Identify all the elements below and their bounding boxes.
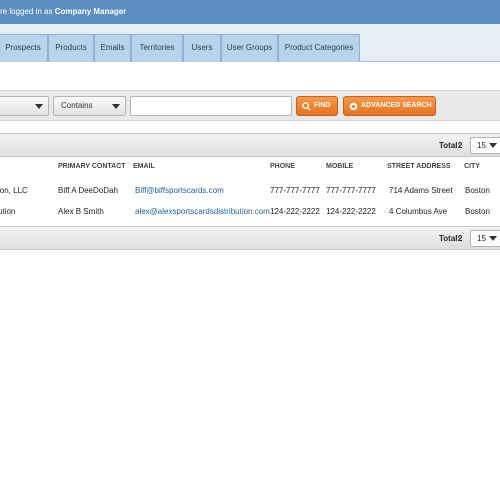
email-link[interactable]: Biff@biffsportscards.com	[135, 186, 224, 195]
tab-user-groups[interactable]: User Groups	[221, 34, 278, 62]
find-button-label: FIND	[314, 102, 331, 109]
column-header[interactable]: PHONE	[270, 163, 295, 170]
search-filter-bar: Contains FIND ADVANCED SEARCH	[0, 90, 500, 121]
city: Boston	[465, 207, 490, 216]
table-header: PRIMARY CONTACT EMAIL PHONE MOBILE STREE…	[0, 158, 500, 176]
page-size-select[interactable]: 15	[470, 230, 500, 247]
tab-product-categories[interactable]: Product Categories	[278, 34, 360, 62]
gear-icon	[349, 102, 358, 111]
top-bar: re logged in as Company Manager	[0, 0, 500, 24]
street-address: 4 Columbus Ave	[389, 207, 448, 216]
login-status: re logged in as Company Manager	[0, 7, 126, 16]
total-label: Total:	[439, 141, 461, 150]
city: Boston	[465, 186, 490, 195]
column-header[interactable]: EMAIL	[133, 163, 155, 170]
primary-contact: Biff A DeeDoDah	[58, 186, 118, 195]
advanced-search-button[interactable]: ADVANCED SEARCH	[343, 96, 436, 116]
column-header[interactable]: MOBILE	[326, 163, 353, 170]
account-name: ion, LLC	[0, 186, 28, 195]
phone: 777-777-7777	[270, 186, 320, 195]
total-count: 2	[458, 234, 463, 243]
search-icon	[302, 102, 311, 111]
operator-select-value: Contains	[61, 101, 93, 110]
tab-emails[interactable]: Emails	[94, 34, 131, 62]
find-button[interactable]: FIND	[296, 96, 338, 116]
column-header[interactable]: STREET ADDRESS	[387, 163, 451, 170]
main-nav: Prospects Products Emails Territories Us…	[0, 24, 500, 62]
column-header[interactable]: CITY	[464, 163, 480, 170]
chevron-down-icon	[112, 104, 120, 109]
page-size-value: 15	[477, 141, 486, 150]
chevron-down-icon	[35, 104, 43, 109]
total-count: 2	[458, 141, 463, 150]
table-row[interactable]: ion, LLC Biff A DeeDoDah Biff@biffsports…	[0, 181, 500, 203]
operator-select[interactable]: Contains	[53, 96, 126, 116]
advanced-search-label: ADVANCED SEARCH	[361, 102, 432, 109]
grid-bottom-toolbar: Total: 2 15	[0, 226, 500, 250]
search-input[interactable]	[130, 96, 292, 116]
mobile: 124-222-2222	[326, 207, 376, 216]
tab-prospects[interactable]: Prospects	[0, 34, 48, 62]
email-link[interactable]: alex@alexsportscardsdistribution.com	[135, 207, 270, 216]
grid-top-toolbar: Total: 2 15	[0, 133, 500, 157]
phone: 124-222-2222	[270, 207, 320, 216]
table-row[interactable]: ution Alex B Smith alex@alexsportscardsd…	[0, 202, 500, 224]
column-header[interactable]: PRIMARY CONTACT	[58, 163, 126, 170]
chevron-down-icon	[489, 143, 497, 148]
account-name: ution	[0, 207, 16, 216]
street-address: 714 Adams Street	[389, 186, 453, 195]
tab-products[interactable]: Products	[48, 34, 94, 62]
tab-users[interactable]: Users	[183, 34, 221, 62]
field-select[interactable]	[0, 96, 49, 116]
login-text: re logged in as	[0, 7, 55, 16]
tab-territories[interactable]: Territories	[131, 34, 183, 62]
user-role: Company Manager	[54, 7, 127, 16]
mobile: 777-777-7777	[326, 186, 376, 195]
primary-contact: Alex B Smith	[58, 207, 104, 216]
page-size-select[interactable]: 15	[470, 137, 500, 154]
chevron-down-icon	[489, 236, 497, 241]
page-size-value: 15	[477, 234, 486, 243]
total-label: Total:	[439, 234, 461, 243]
